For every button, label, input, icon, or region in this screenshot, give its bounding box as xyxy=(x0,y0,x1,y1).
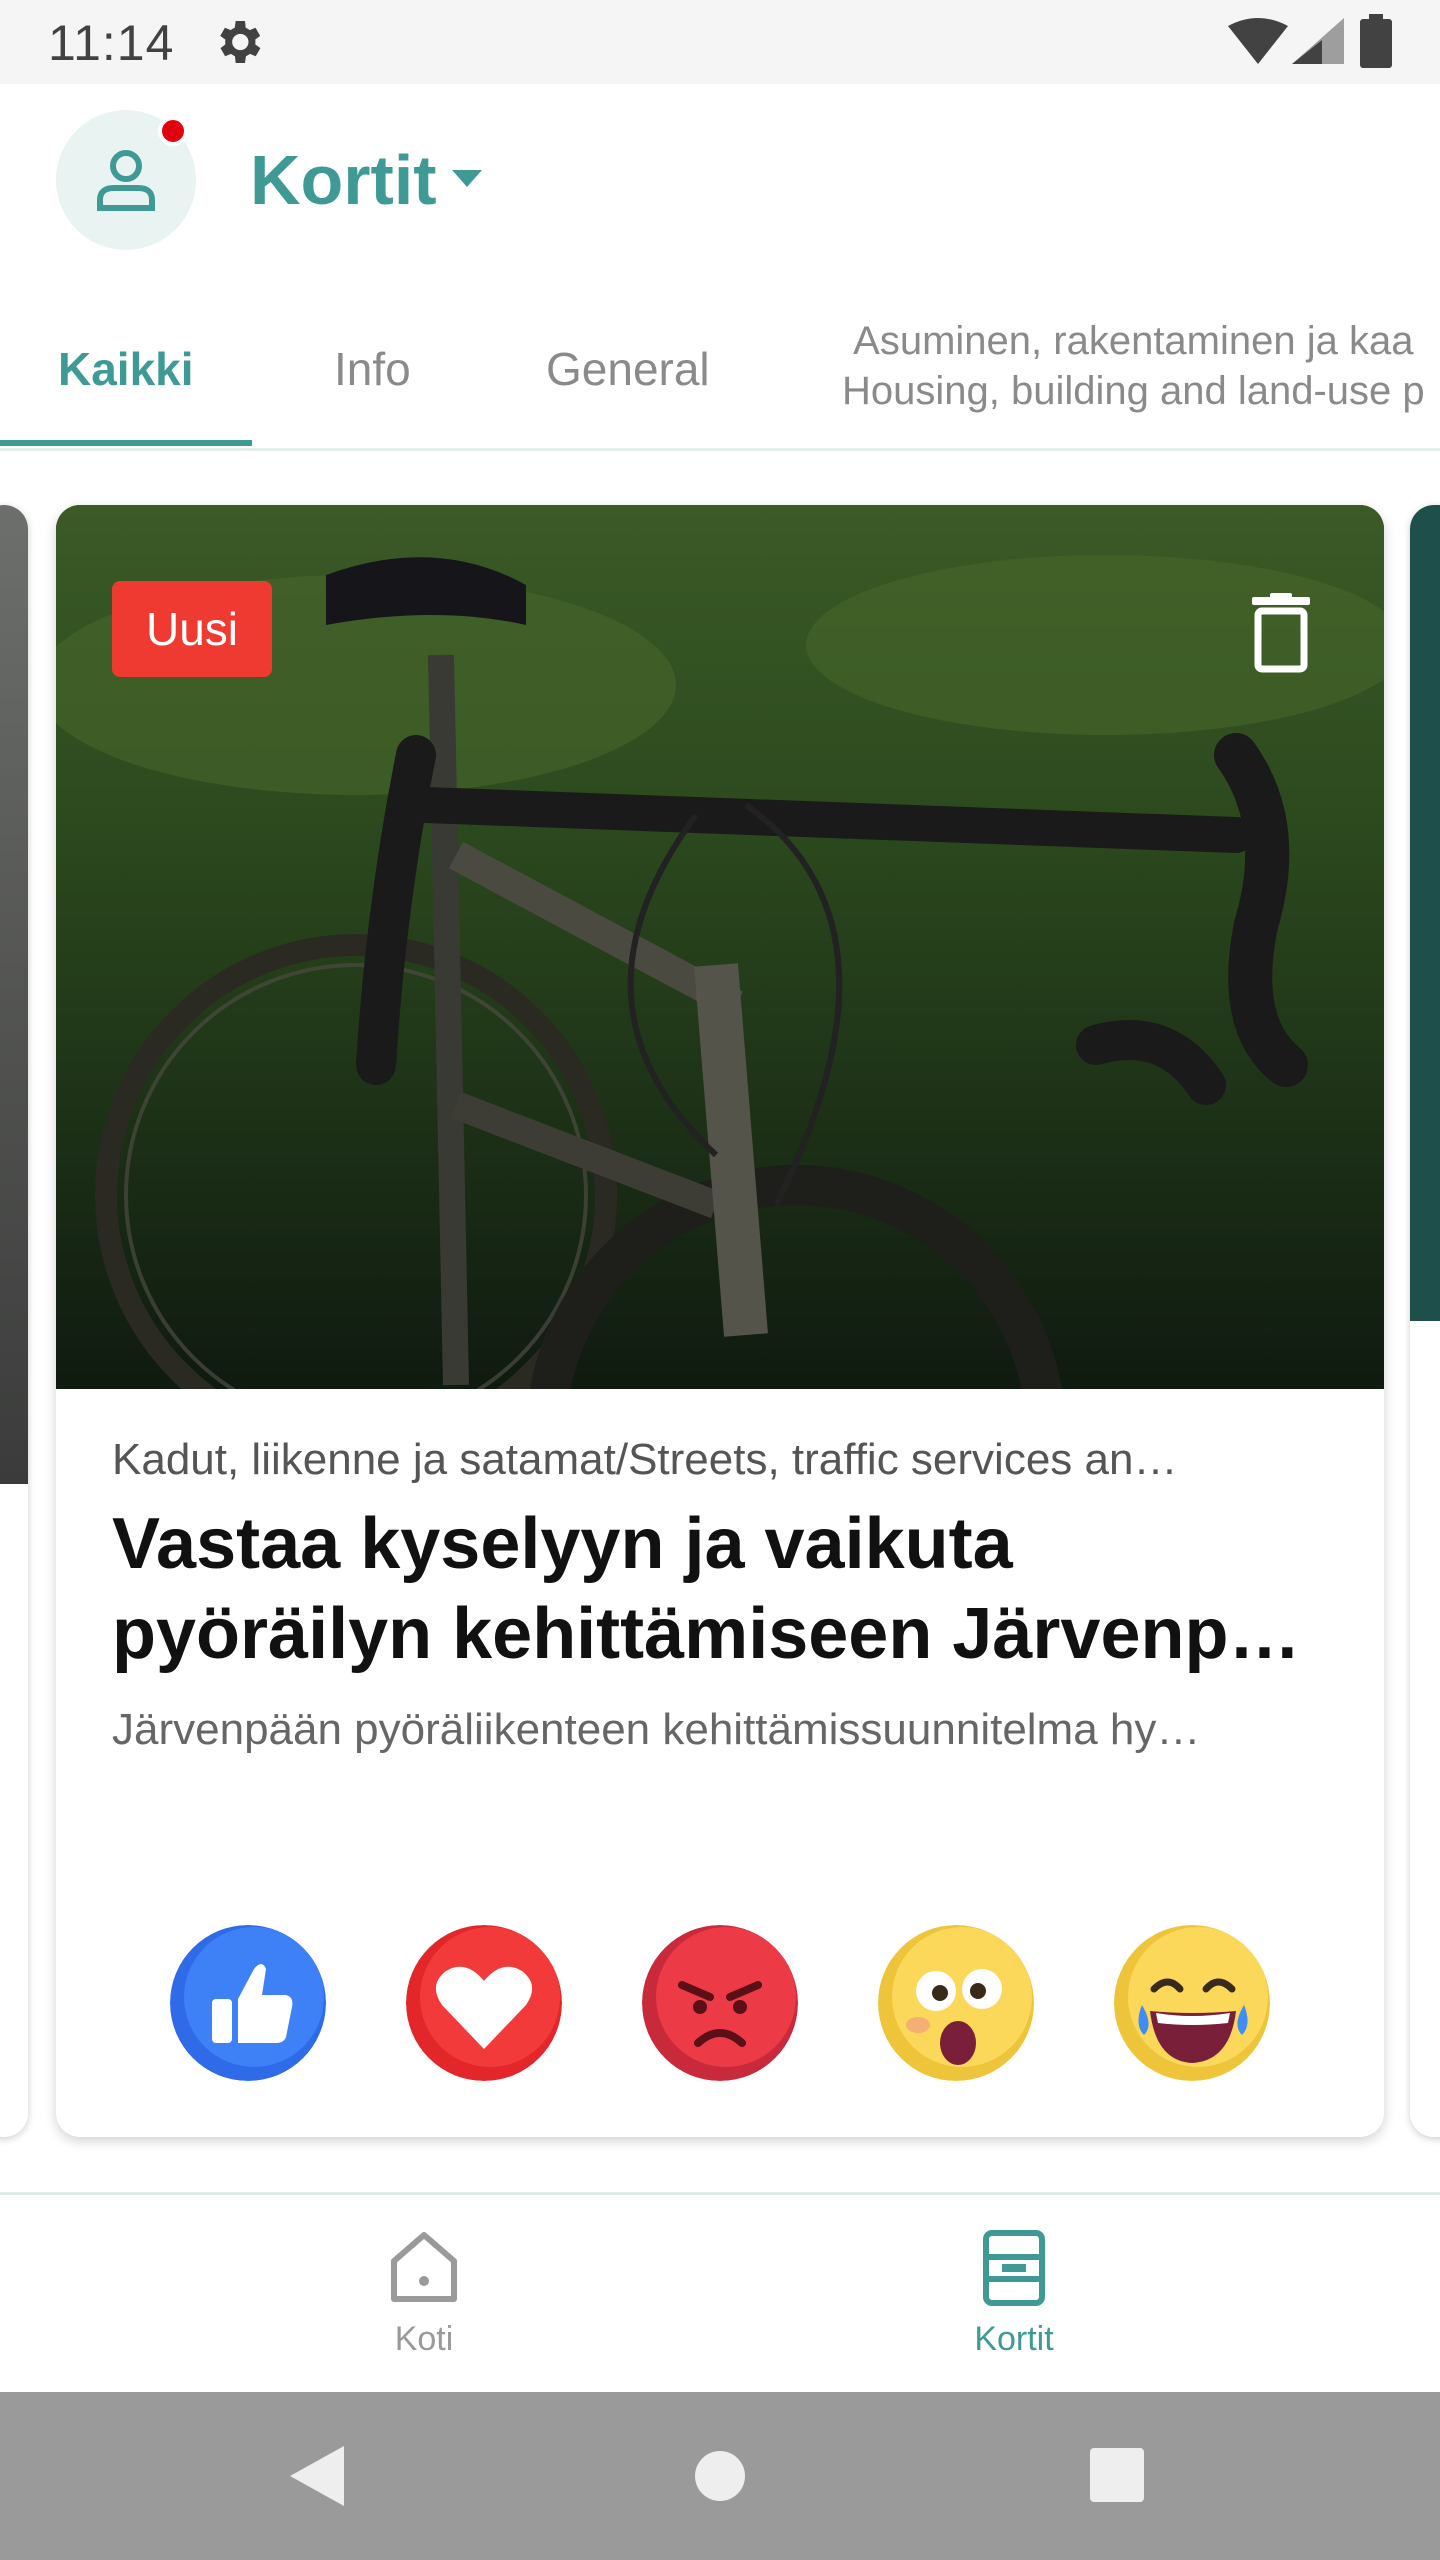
reactions-bar xyxy=(56,1925,1384,2085)
card-category: Kadut, liikenne ja satamat/Streets, traf… xyxy=(112,1435,1178,1484)
cell-signal-icon xyxy=(1292,18,1344,64)
notification-dot xyxy=(158,116,188,146)
home-icon xyxy=(391,2232,457,2302)
status-time: 11:14 xyxy=(48,15,175,71)
like-icon[interactable] xyxy=(170,1925,326,2081)
heart-icon[interactable] xyxy=(406,1925,562,2081)
settings-gear-icon xyxy=(220,21,261,63)
trash-icon[interactable] xyxy=(1246,593,1316,673)
tab-housing-line2: Housing, building and land-use p xyxy=(842,369,1425,413)
tab-general[interactable]: General xyxy=(546,342,710,396)
card-title: Vastaa kyselyyn ja vaikuta pyöräilyn keh… xyxy=(112,1499,1328,1679)
tab-housing[interactable]: Asuminen, rakentaminen ja kaa Housing, b… xyxy=(842,316,1425,416)
user-icon xyxy=(97,150,155,211)
cards-icon xyxy=(983,2230,1045,2306)
tab-info[interactable]: Info xyxy=(334,342,411,396)
previous-card[interactable] xyxy=(0,505,28,2137)
category-tabs: Kaikki Info General Asuminen, rakentamin… xyxy=(0,290,1440,451)
card-title-line2: pyöräilyn kehittämiseen Järvenp… xyxy=(112,1594,1301,1674)
card-body: Kadut, liikenne ja satamat/Streets, traf… xyxy=(112,1435,1328,1755)
system-navigation-bar xyxy=(0,2392,1440,2560)
active-tab-indicator xyxy=(0,440,252,446)
tab-kaikki[interactable]: Kaikki xyxy=(58,342,194,396)
caret-down-icon[interactable] xyxy=(452,170,482,188)
page-title-dropdown[interactable]: Kortit xyxy=(250,140,437,220)
recents-icon[interactable] xyxy=(1090,2448,1144,2502)
nav-koti[interactable]: Koti xyxy=(274,2227,574,2359)
nav-kortit[interactable]: Kortit xyxy=(864,2227,1164,2359)
new-badge: Uusi xyxy=(112,581,273,677)
news-card[interactable]: Uusi Kadut, liikenne ja satamat/Streets,… xyxy=(56,505,1384,2137)
wifi-icon xyxy=(1228,18,1288,64)
tab-housing-line1: Asuminen, rakentaminen ja kaa xyxy=(853,319,1414,363)
laughing-icon[interactable] xyxy=(1114,1925,1270,2081)
surprised-icon[interactable] xyxy=(878,1925,1034,2081)
nav-kortit-label: Kortit xyxy=(974,2320,1054,2358)
next-card[interactable] xyxy=(1410,505,1440,2137)
app-header xyxy=(0,84,1440,284)
card-title-line1: Vastaa kyselyyn ja vaikuta xyxy=(112,1504,1013,1584)
status-bar: 11:14 xyxy=(0,0,1440,84)
battery-icon xyxy=(1360,14,1392,68)
bottom-navigation: Koti Kortit xyxy=(0,2192,1440,2395)
home-circle-icon[interactable] xyxy=(694,2450,746,2502)
back-icon[interactable] xyxy=(290,2446,344,2506)
nav-koti-label: Koti xyxy=(394,2320,454,2358)
card-description: Järvenpään pyöräliikenteen kehittämissuu… xyxy=(112,1705,1201,1754)
angry-icon[interactable] xyxy=(642,1925,798,2081)
